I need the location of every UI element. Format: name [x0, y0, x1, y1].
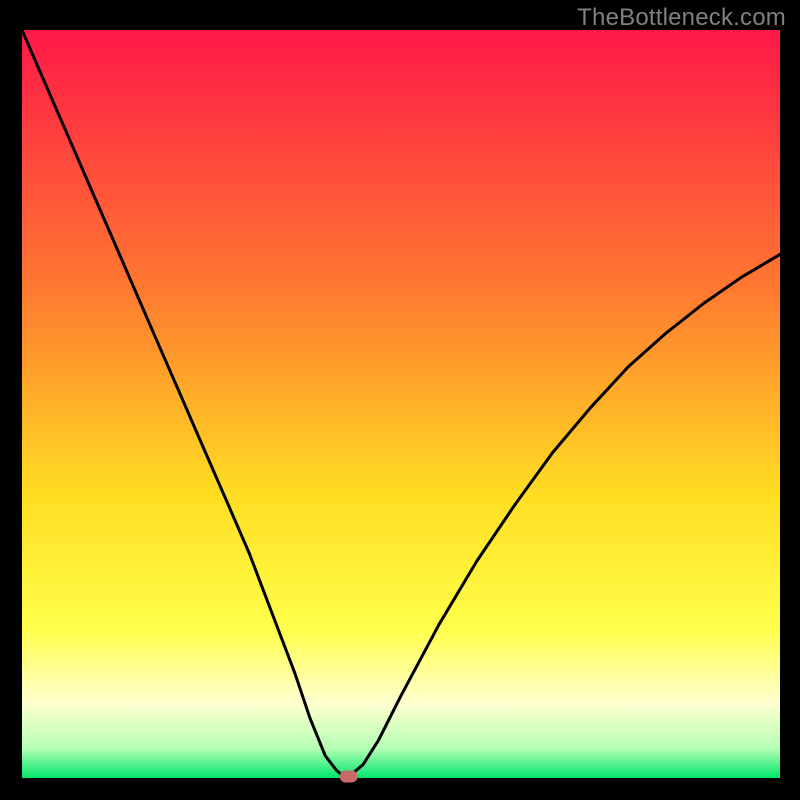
chart-frame: TheBottleneck.com — [0, 0, 800, 800]
plot-background — [22, 30, 780, 778]
watermark-text: TheBottleneck.com — [577, 4, 786, 32]
optimum-marker — [340, 771, 358, 783]
bottleneck-chart — [0, 0, 800, 800]
